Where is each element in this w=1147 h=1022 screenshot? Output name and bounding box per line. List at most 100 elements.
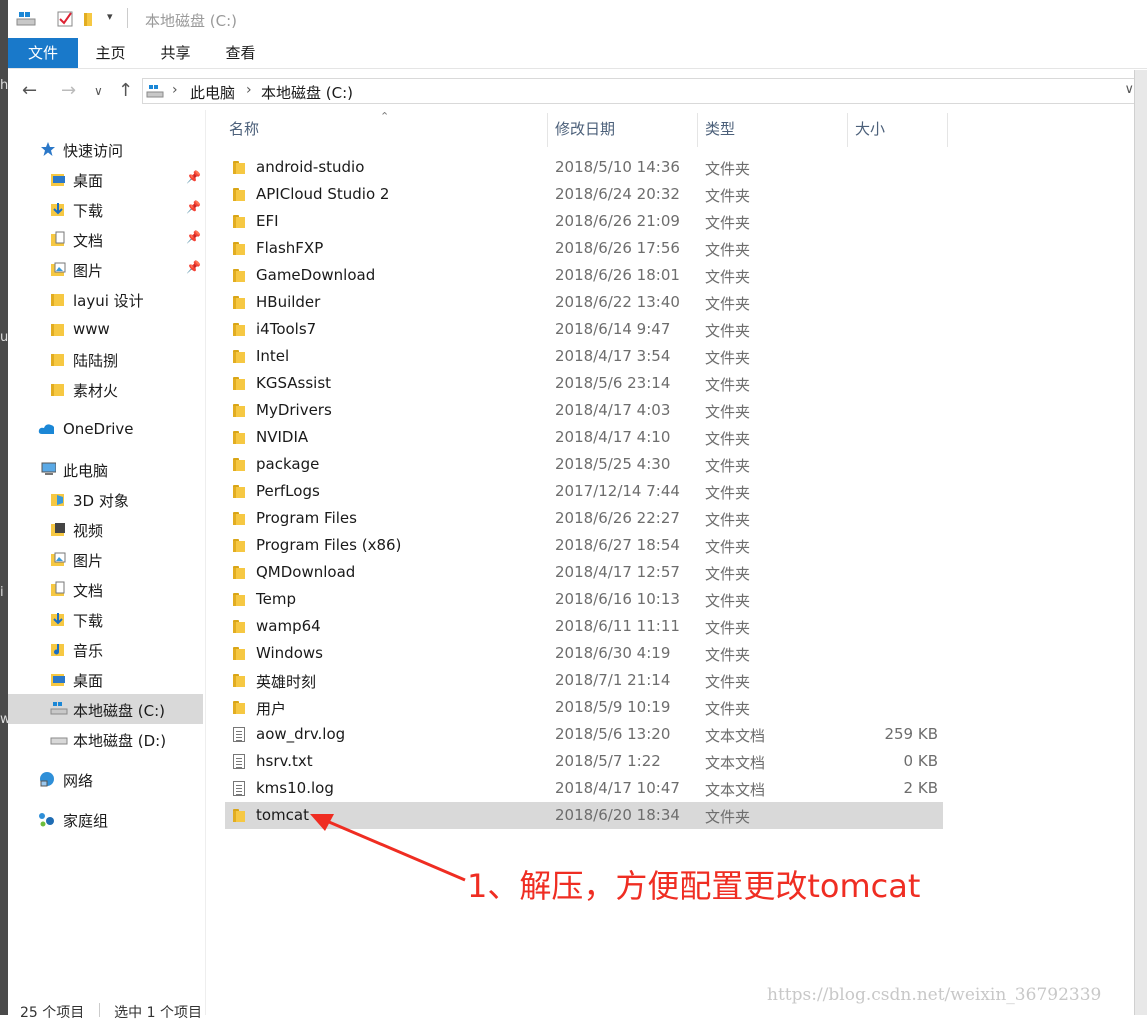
table-row[interactable]: Windows 2018/6/30 4:19 文件夹: [225, 640, 943, 667]
new-folder-icon[interactable]: [82, 10, 100, 28]
tab-file[interactable]: 文件: [8, 38, 78, 68]
breadcrumb-separator-icon[interactable]: ›: [172, 82, 178, 98]
folder-icon: [50, 551, 66, 567]
table-row[interactable]: 用户 2018/5/9 10:19 文件夹: [225, 694, 943, 721]
breadcrumb-separator-icon[interactable]: ›: [246, 82, 252, 98]
table-row[interactable]: hsrv.txt 2018/5/7 1:22 文本文档 0 KB: [225, 748, 943, 775]
file-name: EFI: [256, 212, 279, 230]
table-row[interactable]: wamp64 2018/6/11 11:11 文件夹: [225, 613, 943, 640]
file-date: 2018/4/17 4:10: [555, 428, 671, 446]
table-row[interactable]: MyDrivers 2018/4/17 4:03 文件夹: [225, 397, 943, 424]
folder-icon: [50, 201, 66, 217]
pin-icon[interactable]: 📌: [186, 230, 201, 244]
tab-share[interactable]: 共享: [148, 38, 203, 68]
column-divider[interactable]: [547, 113, 548, 147]
table-row[interactable]: package 2018/5/25 4:30 文件夹: [225, 451, 943, 478]
table-row[interactable]: KGSAssist 2018/5/6 23:14 文件夹: [225, 370, 943, 397]
sidebar-item-network[interactable]: 网络: [8, 764, 203, 794]
column-header-date[interactable]: 修改日期: [555, 118, 615, 139]
back-arrow-icon[interactable]: ←: [22, 80, 37, 101]
navigation-bar: ← → ∨ ↑ › 此电脑 › 本地磁盘 (C:) ∨: [8, 70, 1147, 110]
sidebar-item-pc-7[interactable]: 本地磁盘 (C:): [8, 694, 203, 724]
folder-icon: [50, 351, 66, 367]
folder-icon: [50, 581, 66, 597]
recent-locations-chevron-icon[interactable]: ∨: [94, 84, 103, 98]
file-date: 2018/5/7 1:22: [555, 752, 661, 770]
sidebar-item-pc-5[interactable]: 音乐: [8, 634, 203, 664]
customize-toolbar-icon[interactable]: ▾: [107, 10, 113, 28]
sidebar-item-label: 快速访问: [63, 142, 124, 160]
breadcrumb-local-disk-c[interactable]: 本地磁盘 (C:): [261, 82, 353, 103]
sidebar-item-quick-2[interactable]: 文档 📌: [8, 224, 203, 254]
address-history-chevron-icon[interactable]: ∨: [1124, 82, 1134, 97]
file-size: 2 KB: [903, 779, 938, 797]
sidebar-item-quick-0[interactable]: 桌面 📌: [8, 164, 203, 194]
table-row[interactable]: NVIDIA 2018/4/17 4:10 文件夹: [225, 424, 943, 451]
file-date: 2018/5/6 23:14: [555, 374, 671, 392]
properties-icon[interactable]: [56, 10, 74, 28]
table-row[interactable]: Program Files (x86) 2018/6/27 18:54 文件夹: [225, 532, 943, 559]
forward-arrow-icon[interactable]: →: [61, 80, 76, 101]
table-row[interactable]: aow_drv.log 2018/5/6 13:20 文本文档 259 KB: [225, 721, 943, 748]
table-row[interactable]: FlashFXP 2018/6/26 17:56 文件夹: [225, 235, 943, 262]
sidebar-item-quick-7[interactable]: 素材火: [8, 374, 203, 404]
file-date: 2018/4/17 4:03: [555, 401, 671, 419]
table-row[interactable]: android-studio 2018/5/10 14:36 文件夹: [225, 154, 943, 181]
sidebar-item-onedrive[interactable]: OneDrive: [8, 414, 203, 444]
sidebar-item-label: 3D 对象: [73, 492, 129, 510]
folder-icon: [233, 619, 247, 633]
sidebar-item-pc-2[interactable]: 图片: [8, 544, 203, 574]
sidebar-item-label: 音乐: [73, 642, 104, 660]
sidebar-item-quick-1[interactable]: 下载 📌: [8, 194, 203, 224]
sidebar-item-homegroup[interactable]: 家庭组: [8, 804, 203, 834]
table-row[interactable]: APICloud Studio 2 2018/6/24 20:32 文件夹: [225, 181, 943, 208]
sidebar-item-pc-8[interactable]: 本地磁盘 (D:): [8, 724, 203, 754]
column-divider[interactable]: [847, 113, 848, 147]
table-row[interactable]: Temp 2018/6/16 10:13 文件夹: [225, 586, 943, 613]
sidebar-item-pc-3[interactable]: 文档: [8, 574, 203, 604]
sidebar-item-quick-5[interactable]: www: [8, 314, 203, 344]
folder-icon: [50, 491, 66, 507]
vertical-scrollbar[interactable]: [1134, 70, 1147, 1015]
file-name: i4Tools7: [256, 320, 317, 338]
file-date: 2018/6/26 21:09: [555, 212, 680, 230]
tab-view[interactable]: 查看: [213, 38, 268, 68]
table-row[interactable]: Program Files 2018/6/26 22:27 文件夹: [225, 505, 943, 532]
table-row[interactable]: QMDownload 2018/4/17 12:57 文件夹: [225, 559, 943, 586]
sidebar-item-label: 本地磁盘 (D:): [73, 732, 167, 750]
sidebar-item-pc-1[interactable]: 视频: [8, 514, 203, 544]
pin-icon[interactable]: 📌: [186, 260, 201, 274]
sidebar-item-quick-4[interactable]: layui 设计: [8, 284, 203, 314]
column-divider[interactable]: [947, 113, 948, 147]
sidebar-item-this-pc[interactable]: 此电脑: [8, 454, 203, 484]
pin-icon[interactable]: 📌: [186, 200, 201, 214]
column-header-size[interactable]: 大小: [855, 118, 885, 139]
up-arrow-icon[interactable]: ↑: [118, 80, 133, 101]
table-row[interactable]: GameDownload 2018/6/26 18:01 文件夹: [225, 262, 943, 289]
sidebar-item-pc-4[interactable]: 下载: [8, 604, 203, 634]
breadcrumb-this-pc[interactable]: 此电脑: [190, 82, 235, 103]
table-row[interactable]: PerfLogs 2017/12/14 7:44 文件夹: [225, 478, 943, 505]
sidebar-item-pc-6[interactable]: 桌面: [8, 664, 203, 694]
pin-icon[interactable]: 📌: [186, 170, 201, 184]
table-row[interactable]: EFI 2018/6/26 21:09 文件夹: [225, 208, 943, 235]
table-row[interactable]: HBuilder 2018/6/22 13:40 文件夹: [225, 289, 943, 316]
file-type: 文件夹: [705, 268, 751, 286]
sidebar-item-quick-6[interactable]: 陆陆捌: [8, 344, 203, 374]
table-row[interactable]: i4Tools7 2018/6/14 9:47 文件夹: [225, 316, 943, 343]
address-bar[interactable]: › 此电脑 › 本地磁盘 (C:) ∨: [142, 78, 1137, 104]
text-file-icon: [233, 727, 247, 742]
table-row[interactable]: 英雄时刻 2018/7/1 21:14 文件夹: [225, 667, 943, 694]
sidebar-item-quick-access[interactable]: 快速访问: [8, 134, 203, 164]
sidebar-item-pc-0[interactable]: 3D 对象: [8, 484, 203, 514]
file-type: 文件夹: [705, 160, 751, 178]
table-row[interactable]: Intel 2018/4/17 3:54 文件夹: [225, 343, 943, 370]
column-divider[interactable]: [697, 113, 698, 147]
file-date: 2018/5/10 14:36: [555, 158, 680, 176]
column-header-name[interactable]: 名称: [229, 118, 259, 139]
column-header-type[interactable]: 类型: [705, 118, 735, 139]
sidebar-item-quick-3[interactable]: 图片 📌: [8, 254, 203, 284]
folder-icon: [233, 349, 247, 363]
table-row[interactable]: kms10.log 2018/4/17 10:47 文本文档 2 KB: [225, 775, 943, 802]
tab-home[interactable]: 主页: [83, 38, 138, 68]
